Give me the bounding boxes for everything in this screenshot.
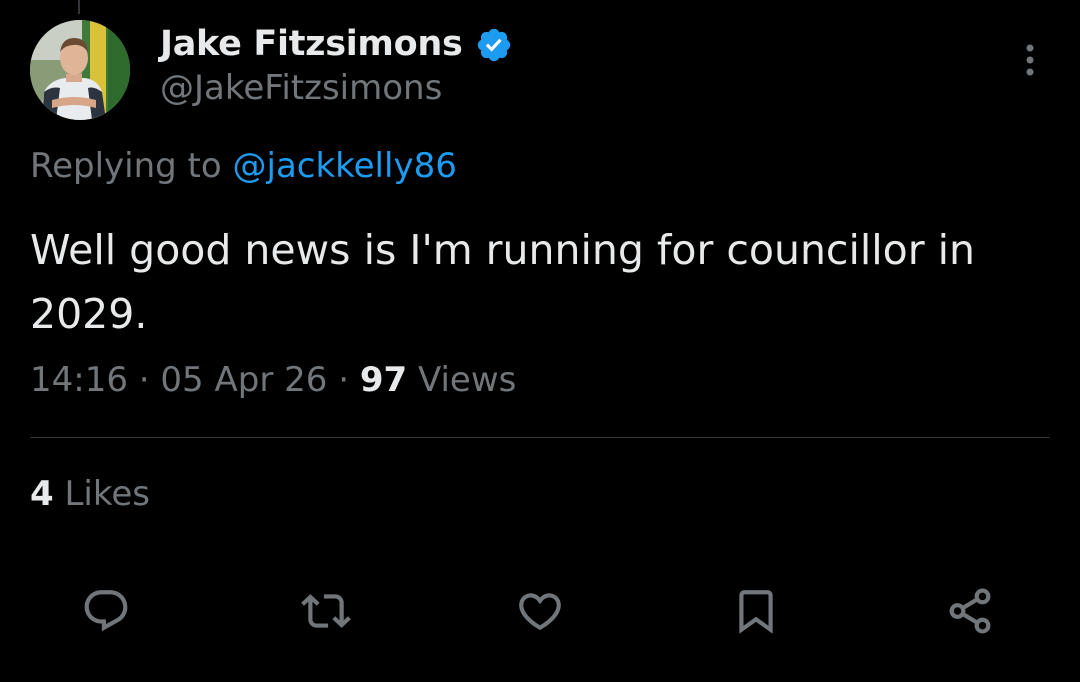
retweet-button[interactable] (298, 583, 354, 639)
likes-stat[interactable]: 4 Likes (30, 474, 150, 514)
thread-connector-line (78, 0, 80, 14)
meta-separator: · (138, 360, 150, 400)
replying-to-line: Replying to @jackkelly86 (30, 146, 457, 186)
like-button[interactable] (512, 583, 568, 639)
retweet-icon (301, 594, 351, 628)
tweet-action-bar (0, 583, 1080, 639)
bookmark-button[interactable] (728, 583, 784, 639)
replying-to-label: Replying to (30, 146, 222, 186)
share-button[interactable] (942, 583, 998, 639)
tweet-text: Well good news is I'm running for counci… (30, 226, 976, 338)
bookmark-icon (739, 590, 773, 634)
divider (30, 437, 1050, 438)
likes-count: 4 (30, 474, 54, 514)
like-icon (519, 593, 561, 631)
more-vertical-icon (1026, 44, 1034, 76)
share-icon (949, 588, 991, 634)
avatar[interactable] (30, 20, 130, 120)
meta-separator: · (338, 360, 350, 400)
reply-icon (84, 590, 128, 632)
likes-label: Likes (64, 474, 150, 514)
views-label: Views (417, 360, 517, 400)
replying-to-mention-link[interactable]: @jackkelly86 (233, 146, 457, 186)
verified-badge-icon[interactable] (475, 26, 513, 64)
views-count: 97 (359, 360, 408, 400)
tweet-meta: 14:16 · 05 Apr 26 · 97 Views (30, 360, 516, 400)
author-display-name[interactable]: Jake Fitzsimons (160, 24, 463, 64)
author-name-row: Jake Fitzsimons (160, 20, 513, 68)
reply-button[interactable] (78, 583, 134, 639)
more-options-button[interactable] (1010, 40, 1050, 80)
author-handle[interactable]: @JakeFitzsimons (160, 68, 442, 108)
avatar-image (30, 20, 130, 120)
tweet-time[interactable]: 14:16 (30, 360, 128, 400)
tweet-date[interactable]: 05 Apr 26 (160, 360, 327, 400)
